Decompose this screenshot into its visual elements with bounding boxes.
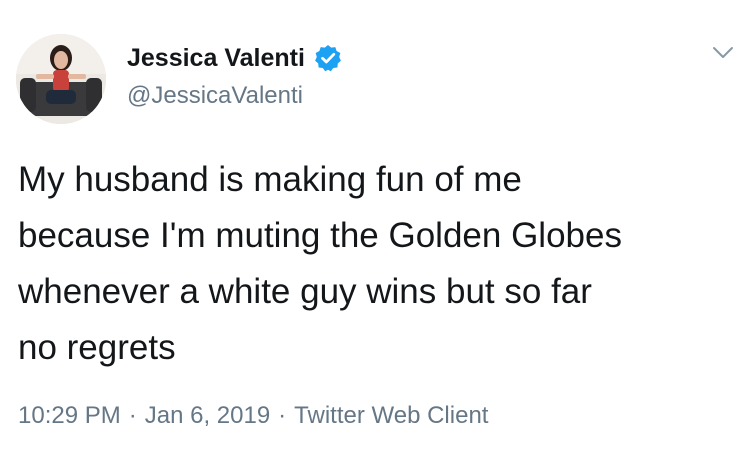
author-handle[interactable]: @JessicaValenti: [127, 81, 303, 111]
tweet-text-line: whenever a white guy wins but so far: [18, 272, 592, 311]
separator: ·: [128, 402, 137, 429]
chevron-down-icon[interactable]: [712, 46, 734, 60]
separator: ·: [278, 402, 287, 429]
tweet-card: Jessica Valenti @JessicaValenti My husba…: [0, 0, 750, 455]
tweet-text-line: no regrets: [18, 328, 176, 367]
tweet-source[interactable]: Twitter Web Client: [294, 400, 488, 432]
verified-badge-icon: [313, 43, 343, 73]
avatar[interactable]: [16, 34, 106, 124]
tweet-text-line: My husband is making fun of me: [18, 160, 522, 199]
tweet-metadata: 10:29 PM · Jan 6, 2019 · Twitter Web Cli…: [18, 400, 488, 432]
tweet-text: My husband is making fun of me because I…: [18, 152, 743, 376]
tweet-time[interactable]: 10:29 PM: [18, 400, 121, 432]
author-display-name[interactable]: Jessica Valenti: [127, 43, 305, 73]
tweet-date[interactable]: Jan 6, 2019: [145, 400, 270, 432]
tweet-text-line: because I'm muting the Golden Globes: [18, 216, 622, 255]
avatar-photo: [16, 34, 106, 124]
author-row: Jessica Valenti: [127, 43, 343, 73]
